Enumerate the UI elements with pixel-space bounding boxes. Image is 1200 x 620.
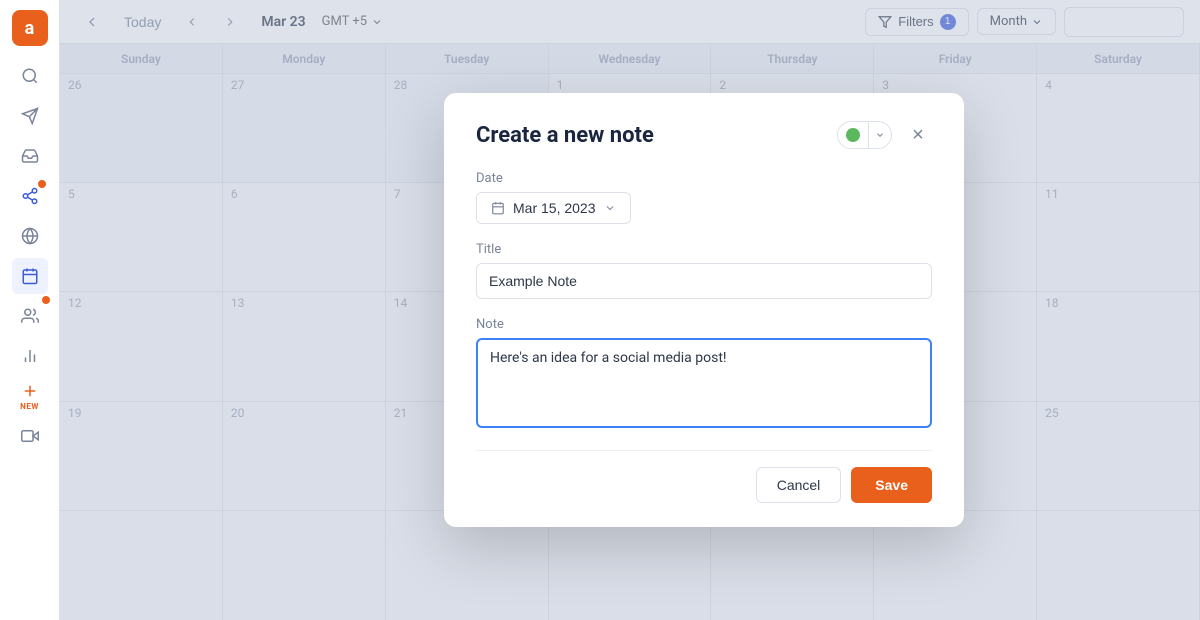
modal-footer: Cancel Save bbox=[476, 450, 932, 503]
new-label: NEW bbox=[20, 402, 39, 411]
sidebar-inbox[interactable] bbox=[12, 138, 48, 174]
status-dot bbox=[846, 128, 860, 142]
sidebar: a NEW bbox=[0, 0, 60, 620]
status-indicator[interactable] bbox=[837, 121, 892, 149]
note-textarea[interactable] bbox=[476, 338, 932, 428]
sidebar-chart[interactable] bbox=[12, 338, 48, 374]
create-note-modal: Create a new note × Date Mar 15, 2023 Ti… bbox=[444, 93, 964, 527]
title-label: Title bbox=[476, 242, 932, 257]
sidebar-people[interactable] bbox=[12, 298, 48, 334]
sidebar-calendar[interactable] bbox=[12, 258, 48, 294]
note-field-group: Note bbox=[476, 317, 932, 432]
app-logo: a bbox=[12, 10, 48, 46]
modal-title: Create a new note bbox=[476, 123, 825, 148]
cancel-btn[interactable]: Cancel bbox=[756, 467, 842, 503]
date-chevron-icon bbox=[604, 202, 616, 214]
sidebar-social[interactable] bbox=[12, 178, 48, 214]
status-dot-btn[interactable] bbox=[838, 128, 868, 142]
calendar-icon bbox=[491, 201, 505, 215]
title-input[interactable] bbox=[476, 263, 932, 299]
date-field-group: Date Mar 15, 2023 bbox=[476, 171, 932, 224]
date-value: Mar 15, 2023 bbox=[513, 200, 596, 216]
modal-header: Create a new note × bbox=[476, 121, 932, 149]
sidebar-globe[interactable] bbox=[12, 218, 48, 254]
status-chevron-btn[interactable] bbox=[868, 121, 891, 149]
date-label: Date bbox=[476, 171, 932, 186]
modal-close-btn[interactable]: × bbox=[904, 121, 932, 149]
sidebar-send[interactable] bbox=[12, 98, 48, 134]
save-btn[interactable]: Save bbox=[851, 467, 932, 503]
sidebar-media[interactable] bbox=[12, 418, 48, 454]
date-picker-btn[interactable]: Mar 15, 2023 bbox=[476, 192, 631, 224]
title-field-group: Title bbox=[476, 242, 932, 299]
note-label: Note bbox=[476, 317, 932, 332]
sidebar-search[interactable] bbox=[12, 58, 48, 94]
sidebar-new[interactable]: NEW bbox=[12, 378, 48, 414]
